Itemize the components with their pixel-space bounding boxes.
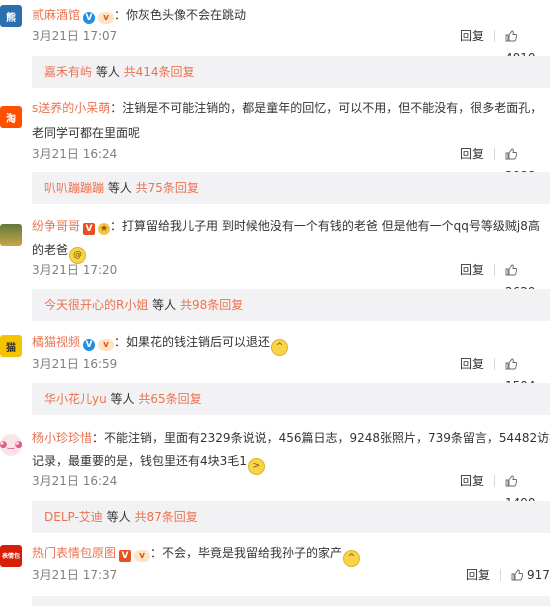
comment-meta: 3月21日 16:24 回复 3088 <box>32 143 550 183</box>
like-button[interactable]: 917 <box>511 564 550 586</box>
sub-reply-count-link[interactable]: 共414条回复 <box>124 65 195 79</box>
thumbs-up-icon <box>505 264 517 276</box>
reply-button[interactable]: 回复 <box>460 25 484 47</box>
reply-button[interactable]: 回复 <box>460 259 484 281</box>
comment-text: 你灰色头像不会在跳动 <box>126 8 247 22</box>
vip-badge-icon: v <box>134 550 151 562</box>
sub-reply-user[interactable]: 华小花儿yu <box>44 392 107 406</box>
thumbs-up-icon <box>505 475 517 487</box>
comment-meta: 3月21日 16:59 回复 1504 <box>32 353 550 393</box>
divider <box>494 148 495 160</box>
medal-icon: ★ <box>98 223 111 235</box>
sub-replies-bar[interactable]: 嘉禾有屿 等人 共414条回复 <box>32 56 550 88</box>
comment-text: 注销是不可能注销的，都是童年的回忆，可以不用，但不能没有，很多老面孔， <box>122 101 543 115</box>
reply-button[interactable]: 回复 <box>466 564 490 586</box>
comment-username[interactable]: s送养的小呆萌 <box>32 101 110 115</box>
verified-icon: V <box>83 223 96 235</box>
reply-button[interactable]: 回复 <box>460 353 484 375</box>
like-count: 917 <box>527 568 550 582</box>
comment-username[interactable]: 热门表情包原图 <box>32 546 116 560</box>
comment-username[interactable]: 纷争哥哥 <box>32 219 80 233</box>
comment-text: 不会，毕竟是我留给我孙子的家产 <box>162 546 343 560</box>
thumbs-up-icon <box>505 30 517 42</box>
sub-reply-count-link[interactable]: 共75条回复 <box>136 181 199 195</box>
verified-icon: V <box>119 550 132 562</box>
comment-username[interactable]: 杨小珍珍惜 <box>32 431 92 445</box>
comment-username[interactable]: 橘猫视频 <box>32 335 80 349</box>
sub-reply-count-link[interactable]: 共87条回复 <box>134 510 197 524</box>
comment-time: 3月21日 16:24 <box>32 474 118 488</box>
sub-reply-user[interactable]: 嘉禾有屿 <box>44 65 92 79</box>
comment-meta: 3月21日 17:20 回复 2629 <box>32 259 550 299</box>
comment-meta: 3月21日 17:07 回复 4010 <box>32 25 550 65</box>
comment-meta: 3月21日 16:24 回复 1490 <box>32 470 550 510</box>
comment-text-continued: 记录，最重要的是，钱包里还有4块3毛1 <box>32 454 247 468</box>
divider <box>494 475 495 487</box>
comment-meta: 3月21日 17:37 回复 917 <box>32 564 550 586</box>
sub-reply-count-link[interactable]: 共65条回复 <box>138 392 201 406</box>
divider <box>494 358 495 370</box>
avatar[interactable] <box>0 224 22 246</box>
sub-replies-bar[interactable]: 今天很开心的R小姐 等人 共98条回复 <box>32 289 550 321</box>
comment-time: 3月21日 17:07 <box>32 29 118 43</box>
comment-username[interactable]: 贰麻酒馆 <box>32 8 80 22</box>
sub-replies-bar-partial[interactable] <box>32 596 550 606</box>
vip-badge-icon: v <box>98 339 115 351</box>
divider <box>500 569 501 581</box>
avatar[interactable]: 淘 <box>0 106 22 128</box>
avatar[interactable]: 猫 <box>0 335 22 357</box>
comment-time: 3月21日 16:24 <box>32 147 118 161</box>
verified-icon: V <box>83 339 96 351</box>
comment-time: 3月21日 17:20 <box>32 263 118 277</box>
comment-text: 不能注销，里面有2329条说说，456篇日志，9248张照片，739条留言，54… <box>104 431 550 445</box>
reply-button[interactable]: 回复 <box>460 470 484 492</box>
sub-reply-user[interactable]: 今天很开心的R小姐 <box>44 298 148 312</box>
sub-replies-bar[interactable]: DELP-艾迪 等人 共87条回复 <box>32 501 550 533</box>
sub-replies-bar[interactable]: 华小花儿yu 等人 共65条回复 <box>32 383 550 415</box>
avatar[interactable]: ◕‿◕ <box>0 434 22 456</box>
comment-text: 如果花的钱注销后可以退还 <box>126 335 271 349</box>
comment-text: 打算留给我儿子用 到时候他没有一个有钱的老爸 但是他有一个qq号等级贼j8高 <box>122 219 540 233</box>
divider <box>494 30 495 42</box>
comment-text-continued: 的老爸 <box>32 243 69 257</box>
sub-reply-user[interactable]: 叭叭蹦蹦蹦 <box>44 181 104 195</box>
avatar[interactable]: 表情包 <box>0 545 22 567</box>
thumbs-up-icon <box>505 148 517 160</box>
avatar[interactable]: 熊 <box>0 5 22 27</box>
cartoon-face-icon: ◕‿◕ <box>0 440 22 450</box>
reply-button[interactable]: 回复 <box>460 143 484 165</box>
divider <box>494 264 495 276</box>
verified-icon: V <box>83 12 96 24</box>
vip-badge-icon: v <box>98 12 115 24</box>
sub-reply-user[interactable]: DELP-艾迪 <box>44 510 103 524</box>
sub-replies-bar[interactable]: 叭叭蹦蹦蹦 等人 共75条回复 <box>32 172 550 204</box>
sub-reply-count-link[interactable]: 共98条回复 <box>180 298 243 312</box>
comment-text-continued: 老同学可都在里面呢 <box>32 126 141 140</box>
comment-time: 3月21日 17:37 <box>32 568 118 582</box>
thumbs-up-icon <box>511 569 523 581</box>
comment-time: 3月21日 16:59 <box>32 357 118 371</box>
thumbs-up-icon <box>505 358 517 370</box>
